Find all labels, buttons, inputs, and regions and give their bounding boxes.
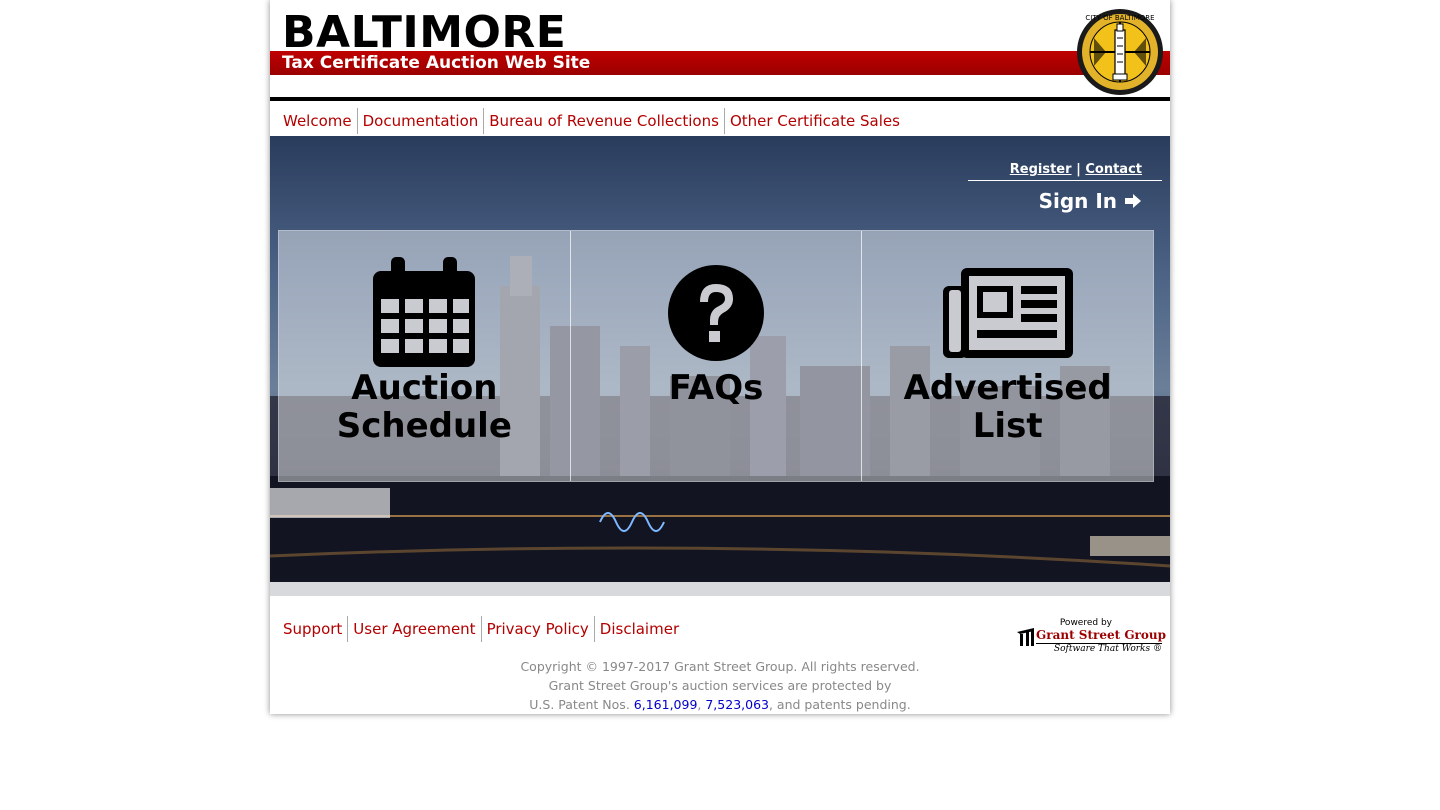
gsg-tagline: Software That Works ® [1053,644,1162,654]
contact-link[interactable]: Contact [1085,162,1142,177]
copyright-line2: Grant Street Group's auction services ar… [548,678,892,693]
patent-suffix: , and patents pending. [768,697,911,712]
site-subtitle: Tax Certificate Auction Web Site [282,53,591,73]
advertised-list-tile[interactable]: Advertised List [861,231,1154,481]
page-container: BALTIMORE Tax Certificate Auction Web Si… [270,0,1170,714]
auction-schedule-tile[interactable]: Auction Schedule [279,231,570,481]
header-rule [270,97,1170,101]
faqs-tile[interactable]: FAQs [569,231,862,481]
powered-by-text: Powered by [1059,618,1112,628]
patent-line: U.S. Patent Nos. 6,161,099, 7,523,063, a… [270,695,1170,714]
footer-link-privacy-policy[interactable]: Privacy Policy [480,616,594,642]
feature-tiles: Auction Schedule FAQs Advertised List [278,230,1154,482]
footer-link-disclaimer[interactable]: Disclaimer [593,616,684,642]
auction-schedule-label: Auction Schedule [314,369,534,445]
advertised-list-label: Advertised List [898,369,1118,445]
auction-schedule-line2: Schedule [336,406,512,446]
copyright-block: Copyright © 1997-2017 Grant Street Group… [270,657,1170,714]
nav-item-documentation[interactable]: Documentation [356,108,484,134]
grant-street-group-logo[interactable]: Powered by Grant Street Group Software T… [1016,618,1166,658]
account-links: Register | Contact [968,160,1162,181]
nav-item-bureau-of-revenue-collections[interactable]: Bureau of Revenue Collections [483,108,724,134]
hero-banner: Register | Contact Sign In Auction Sched… [270,136,1170,596]
main-nav: Welcome Documentation Bureau of Revenue … [270,108,1170,136]
advertised-list-line2: List [972,406,1043,446]
site-header: BALTIMORE Tax Certificate Auction Web Si… [270,0,1170,101]
footer-nav: Support User Agreement Privacy Policy Di… [270,616,684,644]
arrow-right-icon [1125,194,1141,208]
sign-in-label: Sign In [1038,189,1118,213]
patent-link-1[interactable]: 6,161,099 [634,697,698,712]
nav-item-welcome[interactable]: Welcome [278,108,357,134]
faqs-label: FAQs [606,369,826,407]
nav-item-other-certificate-sales[interactable]: Other Certificate Sales [723,108,905,134]
question-circle-icon [667,257,765,369]
brand-title: BALTIMORE [282,7,567,58]
patent-prefix: U.S. Patent Nos. [529,697,634,712]
newspaper-icon [942,257,1073,369]
footer-link-support[interactable]: Support [278,616,347,642]
advertised-list-line1: Advertised [903,368,1112,408]
seal-text: CITY OF BALTIMORE [1085,14,1154,22]
account-panel: Register | Contact Sign In [968,160,1162,213]
city-seal-logo: CITY OF BALTIMORE [1077,9,1163,95]
copyright-line1: Copyright © 1997-2017 Grant Street Group… [520,659,920,674]
calendar-icon [371,257,477,369]
gsg-emblem-icon [1017,628,1034,646]
faqs-line1: FAQs [668,368,764,408]
gsg-name: Grant Street Group [1036,628,1167,642]
footer-link-user-agreement[interactable]: User Agreement [347,616,480,642]
auction-schedule-line1: Auction [351,368,498,408]
hero-bottom-bar [270,582,1170,596]
register-link[interactable]: Register [1010,162,1072,177]
patent-link-2[interactable]: 7,523,063 [705,697,769,712]
account-separator: | [1076,162,1081,177]
sign-in-button[interactable]: Sign In [968,189,1162,213]
